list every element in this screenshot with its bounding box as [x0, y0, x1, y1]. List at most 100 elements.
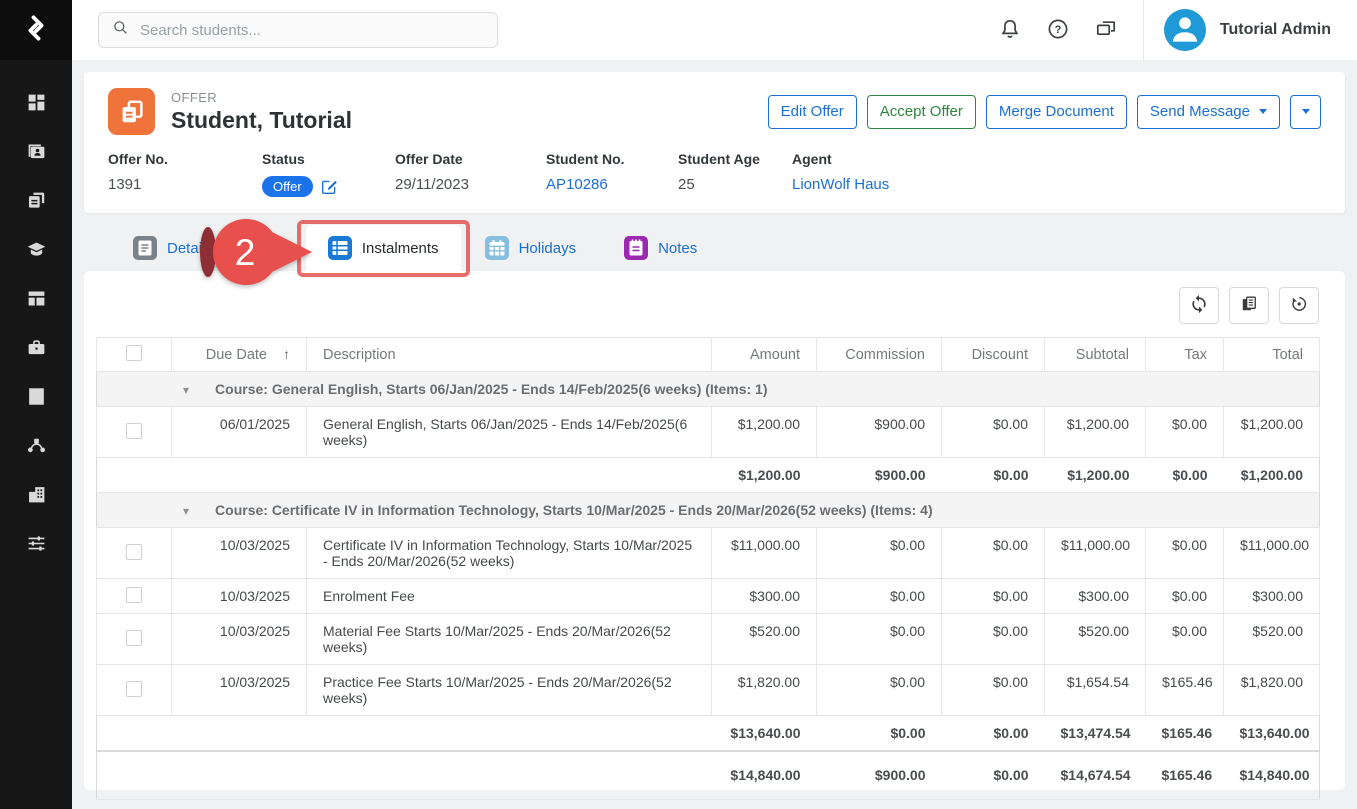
- svg-text:$: $: [33, 392, 39, 403]
- column-header-description[interactable]: Description: [307, 338, 712, 372]
- total-cell: $1,820.00: [1224, 665, 1320, 716]
- sidebar-item-students[interactable]: [0, 129, 72, 178]
- tab-holidays[interactable]: Holidays: [461, 225, 601, 271]
- sidebar-item-courses[interactable]: [0, 227, 72, 276]
- accept-offer-button[interactable]: Accept Offer: [867, 95, 976, 129]
- description-cell: General English, Starts 06/Jan/2025 - En…: [307, 407, 712, 458]
- topbar-divider: [1143, 0, 1144, 60]
- tab-instalments[interactable]: Instalments: [306, 225, 461, 271]
- user-name[interactable]: Tutorial Admin: [1220, 21, 1331, 39]
- column-header-total[interactable]: Total: [1224, 338, 1320, 372]
- sidebar-item-jobs[interactable]: [0, 325, 72, 374]
- discount-cell: $0.00: [942, 665, 1045, 716]
- tab-details[interactable]: Details: [109, 225, 237, 271]
- students-icon: [26, 141, 47, 167]
- courses-icon: [26, 239, 47, 265]
- sidebar-item-classes[interactable]: [0, 276, 72, 325]
- grand-total-amount: $14,840.00: [712, 751, 817, 799]
- collapse-group-icon[interactable]: ▾: [183, 383, 189, 397]
- edit-status-icon[interactable]: [321, 178, 338, 195]
- amount-cell: $11,000.00: [712, 528, 817, 579]
- sidebar-item-agents[interactable]: [0, 423, 72, 472]
- group-total-amount: $1,200.00: [712, 458, 817, 493]
- row-checkbox[interactable]: [126, 630, 142, 646]
- column-header-discount[interactable]: Discount: [942, 338, 1045, 372]
- column-header-subtotal[interactable]: Subtotal: [1045, 338, 1146, 372]
- finance-icon: $: [26, 386, 47, 412]
- agent-link[interactable]: LionWolf Haus: [792, 176, 889, 193]
- chat-icon: [1094, 29, 1118, 44]
- tab-notes[interactable]: Notes: [600, 225, 721, 271]
- subtotal-cell: $1,200.00: [1045, 407, 1146, 458]
- tax-cell: $0.00: [1146, 579, 1224, 614]
- commission-cell: $0.00: [817, 528, 942, 579]
- row-checkbox[interactable]: [126, 423, 142, 439]
- total-cell: $1,200.00: [1224, 407, 1320, 458]
- group-total-total: $13,640.00: [1224, 716, 1320, 752]
- edit-offer-button[interactable]: Edit Offer: [768, 95, 857, 129]
- sidebar-nav: $: [0, 60, 72, 570]
- offer-date-value: 29/11/2023: [395, 176, 546, 193]
- row-checkbox[interactable]: [126, 681, 142, 697]
- send-message-button[interactable]: Send Message: [1137, 95, 1280, 129]
- student-age-value: 25: [678, 176, 792, 193]
- column-header-commission[interactable]: Commission: [817, 338, 942, 372]
- search-input[interactable]: [140, 22, 485, 39]
- bell-icon: [998, 29, 1022, 44]
- merge-document-button[interactable]: Merge Document: [986, 95, 1127, 129]
- refresh-button[interactable]: [1179, 287, 1219, 324]
- collapse-group-icon[interactable]: ▾: [183, 504, 189, 518]
- tax-cell: $0.00: [1146, 614, 1224, 665]
- callout-number: 2: [235, 232, 256, 273]
- status-badge[interactable]: Offer: [262, 176, 313, 197]
- table-header-row: Due Date↑ Description Amount Commission …: [97, 338, 1320, 372]
- grand-total-commission: $900.00: [817, 751, 942, 799]
- app-logo[interactable]: [0, 0, 72, 60]
- copy-button[interactable]: [1229, 287, 1269, 324]
- chevron-down-icon: [1302, 109, 1310, 114]
- group-total-subtotal: $13,474.54: [1045, 716, 1146, 752]
- subtotal-cell: $300.00: [1045, 579, 1146, 614]
- subtotal-cell: $11,000.00: [1045, 528, 1146, 579]
- offer-type-icon: [108, 88, 155, 135]
- field-student-age: Student Age 25: [678, 151, 792, 197]
- history-icon: [1289, 294, 1309, 317]
- user-avatar[interactable]: [1164, 9, 1206, 51]
- row-checkbox[interactable]: [126, 544, 142, 560]
- help-icon: ?: [1046, 29, 1070, 44]
- amount-cell: $1,200.00: [712, 407, 817, 458]
- column-header-due-date[interactable]: Due Date↑: [172, 338, 307, 372]
- sidebar-item-settings[interactable]: [0, 521, 72, 570]
- total-cell: $300.00: [1224, 579, 1320, 614]
- svg-text:?: ?: [1055, 24, 1062, 36]
- tabs-row: Details Instalments Holidays Notes: [84, 213, 1345, 271]
- column-header-tax[interactable]: Tax: [1146, 338, 1224, 372]
- notifications-button[interactable]: [997, 17, 1023, 43]
- table-row: 06/01/2025 General English, Starts 06/Ja…: [97, 407, 1320, 458]
- commission-cell: $0.00: [817, 579, 942, 614]
- offer-no-value: 1391: [108, 176, 262, 193]
- table-row: 10/03/2025 Enrolment Fee $300.00 $0.00 $…: [97, 579, 1320, 614]
- amount-cell: $300.00: [712, 579, 817, 614]
- sidebar-item-organisation[interactable]: [0, 472, 72, 521]
- more-actions-button[interactable]: [1290, 95, 1321, 129]
- group-totals-row: $13,640.00 $0.00 $0.00 $13,474.54 $165.4…: [97, 716, 1320, 752]
- notes-tab-icon: [624, 236, 648, 260]
- description-cell: Certificate IV in Information Technology…: [307, 528, 712, 579]
- row-checkbox[interactable]: [126, 587, 142, 603]
- group-header-text: Course: Certificate IV in Information Te…: [215, 502, 933, 518]
- classes-icon: [26, 288, 47, 314]
- help-button[interactable]: ?: [1045, 17, 1071, 43]
- discount-cell: $0.00: [942, 407, 1045, 458]
- select-all-checkbox[interactable]: [126, 345, 142, 361]
- column-header-amount[interactable]: Amount: [712, 338, 817, 372]
- table-row: 10/03/2025 Material Fee Starts 10/Mar/20…: [97, 614, 1320, 665]
- sidebar-item-offers[interactable]: [0, 178, 72, 227]
- sidebar-item-dashboard[interactable]: [0, 80, 72, 129]
- messages-button[interactable]: [1093, 17, 1119, 43]
- history-button[interactable]: [1279, 287, 1319, 324]
- description-cell: Enrolment Fee: [307, 579, 712, 614]
- status-label: Status: [262, 151, 395, 167]
- sidebar-item-finance[interactable]: $: [0, 374, 72, 423]
- student-no-link[interactable]: AP10286: [546, 176, 608, 193]
